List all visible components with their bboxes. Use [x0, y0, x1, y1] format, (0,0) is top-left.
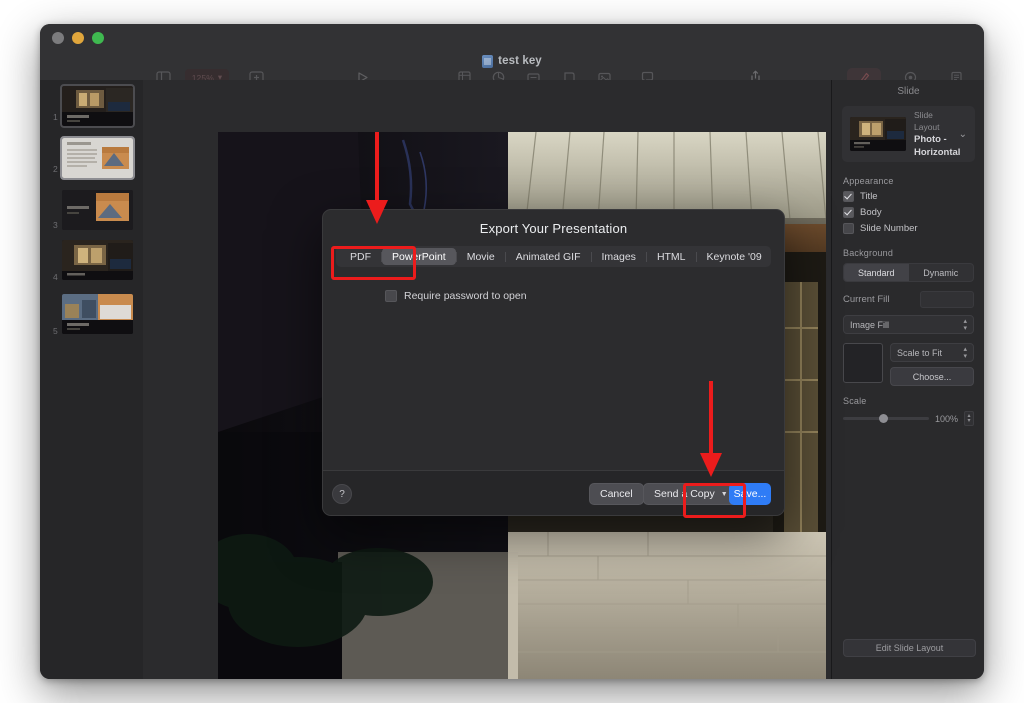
sort-arrows-icon: ▴ ▾ — [963, 317, 967, 332]
slide-layout-text: Slide Layout Photo - Horizontal — [914, 109, 961, 159]
scale-slider-knob[interactable] — [879, 413, 889, 423]
slide-number-2: 2 — [53, 164, 58, 174]
sort-arrows-icon: ▴ ▾ — [963, 345, 967, 360]
slide-thumbnail-3[interactable] — [62, 190, 133, 230]
save-button-highlight — [683, 483, 746, 518]
tab-html[interactable]: HTML — [647, 248, 696, 265]
appearance-option-body[interactable]: Body — [843, 207, 984, 218]
fill-type-dropdown[interactable]: Image Fill ▴ ▾ — [843, 315, 974, 334]
require-password-label: Require password to open — [404, 290, 527, 302]
scale-value: 100% — [934, 413, 958, 424]
chevron-down-icon[interactable]: ⌄ — [959, 129, 967, 140]
fill-color-swatch[interactable] — [843, 343, 883, 383]
appearance-option-title[interactable]: Title — [843, 191, 984, 202]
tab-images[interactable]: Images — [592, 248, 646, 265]
slide-number-checkbox-label: Slide Number — [860, 223, 918, 234]
inspector-title: Slide — [897, 85, 920, 97]
close-window-button[interactable] — [52, 32, 64, 44]
slide-navigator-item-1[interactable]: 1 — [40, 84, 143, 136]
scale-slider-row[interactable]: 100% ▴ ▾ — [843, 411, 974, 426]
help-button[interactable]: ? — [332, 484, 352, 504]
slide-thumbnail-1[interactable] — [60, 84, 135, 128]
maximize-window-button[interactable] — [92, 32, 104, 44]
document-title: test key — [40, 53, 984, 69]
slide-number-4: 4 — [53, 272, 58, 282]
slide-layout-thumbnail — [850, 117, 906, 151]
scale-mode-value: Scale to Fit — [897, 347, 943, 358]
scale-heading: Scale — [843, 396, 867, 406]
slide-number-3: 3 — [53, 220, 58, 230]
body-checkbox[interactable] — [843, 207, 854, 218]
slide-thumbnail-2[interactable] — [60, 136, 135, 180]
fill-type-value: Image Fill — [850, 319, 890, 330]
slide-navigator-item-3[interactable]: 3 — [40, 188, 143, 240]
current-fill-swatch[interactable] — [920, 291, 974, 308]
cancel-button[interactable]: Cancel — [589, 483, 644, 505]
appearance-option-slide-number[interactable]: Slide Number — [843, 223, 984, 234]
scale-stepper[interactable]: ▴ ▾ — [964, 411, 974, 426]
edit-slide-layout-button[interactable]: Edit Slide Layout — [843, 639, 976, 657]
slide-thumbnail-4[interactable] — [62, 240, 133, 280]
slide-navigator-item-4[interactable]: 4 — [40, 240, 143, 292]
tab-movie[interactable]: Movie — [457, 248, 505, 265]
slide-layout-card[interactable]: Slide Layout Photo - Horizontal ⌄ — [842, 106, 975, 162]
format-inspector: Slide Slide Layout Photo - Horizontal ⌄ … — [831, 80, 984, 679]
scale-slider-track[interactable] — [843, 413, 929, 423]
slide-number-1: 1 — [53, 112, 58, 122]
background-standard-option[interactable]: Standard — [844, 264, 909, 281]
background-mode-segmented-control[interactable]: Standard Dynamic — [843, 263, 974, 282]
arrow-to-save-button — [700, 381, 722, 477]
slide-navigator-item-2[interactable]: 2 — [40, 136, 143, 188]
background-heading: Background — [843, 248, 894, 258]
traffic-lights — [52, 32, 104, 44]
choose-image-button[interactable]: Choose... — [890, 367, 974, 386]
keynote-document-icon — [482, 54, 494, 68]
minimize-window-button[interactable] — [72, 32, 84, 44]
slide-navigator-item-5[interactable]: 5 — [40, 292, 143, 344]
fill-options-row: Scale to Fit ▴ ▾ Choose... — [843, 343, 974, 386]
tab-keynote-09[interactable]: Keynote '09 — [697, 248, 772, 265]
scale-mode-dropdown[interactable]: Scale to Fit ▴ ▾ — [890, 343, 974, 362]
require-password-checkbox[interactable] — [385, 290, 397, 302]
title-checkbox[interactable] — [843, 191, 854, 202]
slide-layout-value: Photo - Horizontal — [914, 134, 961, 158]
title-checkbox-label: Title — [860, 191, 878, 202]
slide-thumbnail-5[interactable] — [62, 294, 133, 334]
document-title-text: test key — [498, 55, 542, 67]
appearance-heading: Appearance — [843, 176, 894, 186]
slide-number-5: 5 — [53, 326, 58, 336]
slide-navigator[interactable]: 1 2 3 4 5 — [40, 80, 144, 679]
slide-number-checkbox[interactable] — [843, 223, 854, 234]
arrow-to-powerpoint-tab — [366, 132, 388, 224]
body-checkbox-label: Body — [860, 207, 882, 218]
tab-animated-gif[interactable]: Animated GIF — [506, 248, 591, 265]
require-password-row[interactable]: Require password to open — [385, 290, 527, 302]
background-dynamic-option[interactable]: Dynamic — [909, 264, 974, 281]
slide-layout-label: Slide Layout — [914, 110, 940, 132]
screenshot-root: test key View 125% ▾ Zoom Add Slide — [0, 0, 1024, 703]
keynote-window: test key View 125% ▾ Zoom Add Slide — [40, 24, 984, 679]
current-fill-label: Current Fill — [843, 294, 890, 305]
current-fill-row: Current Fill — [843, 291, 974, 308]
powerpoint-tab-highlight — [331, 246, 416, 280]
